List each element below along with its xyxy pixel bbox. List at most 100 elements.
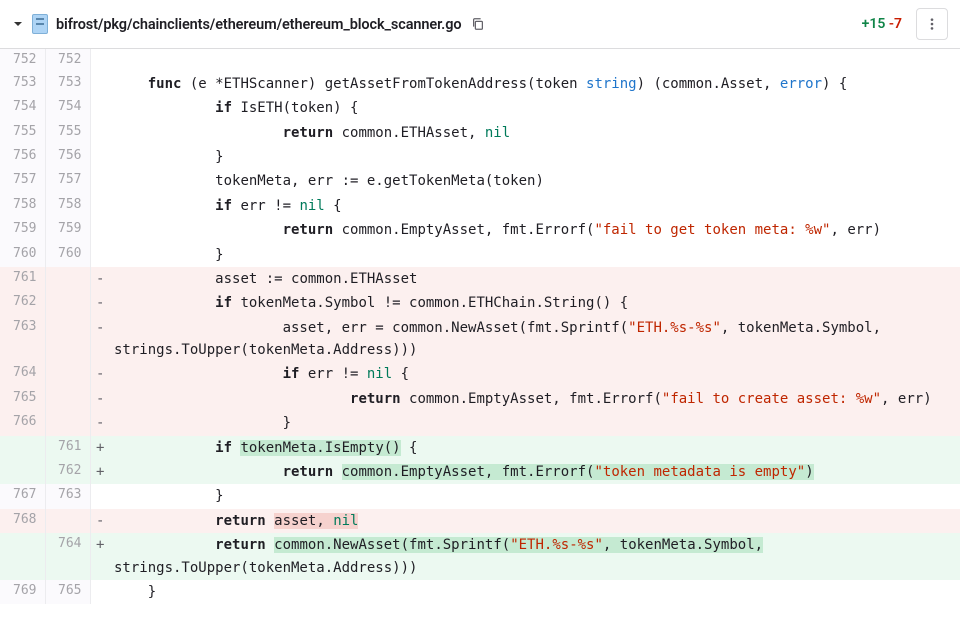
new-line-number[interactable] (45, 509, 90, 533)
old-line-number[interactable]: 763 (0, 316, 45, 363)
code-content: } (110, 243, 960, 267)
code-content: if tokenMeta.Symbol != common.ETHChain.S… (110, 291, 960, 315)
diff-sign: - (90, 316, 110, 363)
code-content: tokenMeta, err := e.getTokenMeta(token) (110, 169, 960, 193)
file-path[interactable]: bifrost/pkg/chainclients/ethereum/ethere… (56, 16, 461, 33)
diff-line[interactable]: 753753 func (e *ETHScanner) getAssetFrom… (0, 72, 960, 96)
new-line-number[interactable]: 758 (45, 194, 90, 218)
diff-line[interactable]: 763- asset, err = common.NewAsset(fmt.Sp… (0, 316, 960, 363)
diff-sign: + (90, 436, 110, 460)
old-line-number[interactable]: 761 (0, 267, 45, 291)
code-content: return common.EmptyAsset, fmt.Errorf("to… (110, 460, 960, 484)
diff-line[interactable]: 762 - if tokenMeta.Symbol != common.ETHCh… (0, 291, 960, 315)
diff-line[interactable]: 752752 (0, 49, 960, 72)
diff-line[interactable]: 755755 return common.ETHAsset, nil (0, 121, 960, 145)
diff-line[interactable]: 764 - if err != nil { (0, 362, 960, 386)
diff-line[interactable]: 761- asset := common.ETHAsset (0, 267, 960, 291)
new-line-number[interactable]: 759 (45, 218, 90, 242)
old-line-number[interactable]: 753 (0, 72, 45, 96)
new-line-number[interactable]: 765 (45, 580, 90, 604)
code-content: return common.ETHAsset, nil (110, 121, 960, 145)
new-line-number[interactable]: 761 (45, 436, 90, 460)
new-line-number[interactable]: 764 (45, 533, 90, 580)
new-line-number[interactable]: 760 (45, 243, 90, 267)
diff-sign (90, 121, 110, 145)
new-line-number[interactable]: 752 (45, 49, 90, 72)
old-line-number[interactable]: 769 (0, 580, 45, 604)
code-content: } (110, 145, 960, 169)
old-line-number[interactable]: 757 (0, 169, 45, 193)
new-line-number[interactable]: 762 (45, 460, 90, 484)
file-header: bifrost/pkg/chainclients/ethereum/ethere… (0, 0, 960, 49)
file-actions-button[interactable] (916, 8, 948, 40)
new-line-number[interactable] (45, 362, 90, 386)
diff-line[interactable]: 768- return asset, nil (0, 509, 960, 533)
old-line-number[interactable]: 754 (0, 96, 45, 120)
code-content: return common.NewAsset(fmt.Sprintf("ETH.… (110, 533, 960, 580)
lines-removed: -7 (889, 16, 902, 32)
diff-sign (90, 218, 110, 242)
code-content: asset := common.ETHAsset (110, 267, 960, 291)
new-line-number[interactable]: 756 (45, 145, 90, 169)
old-line-number[interactable]: 768 (0, 509, 45, 533)
diff-line[interactable]: 760760 } (0, 243, 960, 267)
diff-sign (90, 96, 110, 120)
diff-line[interactable]: 761+ if tokenMeta.IsEmpty() { (0, 436, 960, 460)
old-line-number[interactable]: 759 (0, 218, 45, 242)
code-content: if err != nil { (110, 194, 960, 218)
collapse-chevron-icon[interactable] (12, 18, 24, 30)
file-icon (32, 14, 48, 34)
old-line-number[interactable]: 765 (0, 387, 45, 411)
diff-line[interactable]: 759759 return common.EmptyAsset, fmt.Err… (0, 218, 960, 242)
diff-sign: - (90, 362, 110, 386)
old-line-number[interactable]: 752 (0, 49, 45, 72)
new-line-number[interactable]: 754 (45, 96, 90, 120)
new-line-number[interactable]: 763 (45, 484, 90, 508)
diff-line[interactable]: 756756 } (0, 145, 960, 169)
new-line-number[interactable]: 753 (45, 72, 90, 96)
code-content: if tokenMeta.IsEmpty() { (110, 436, 960, 460)
diff-line[interactable]: 764+ return common.NewAsset(fmt.Sprintf(… (0, 533, 960, 580)
diff-line[interactable]: 767763 } (0, 484, 960, 508)
new-line-number[interactable] (45, 316, 90, 363)
diff-line[interactable]: 766- } (0, 411, 960, 435)
diff-line[interactable]: 762+ return common.EmptyAsset, fmt.Error… (0, 460, 960, 484)
old-line-number[interactable]: 758 (0, 194, 45, 218)
new-line-number[interactable] (45, 387, 90, 411)
diff-sign: - (90, 291, 110, 315)
diff-sign (90, 49, 110, 72)
old-line-number[interactable]: 755 (0, 121, 45, 145)
diff-line[interactable]: 758758 if err != nil { (0, 194, 960, 218)
diff-sign (90, 194, 110, 218)
code-content: if IsETH(token) { (110, 96, 960, 120)
diff-sign: - (90, 387, 110, 411)
new-line-number[interactable]: 757 (45, 169, 90, 193)
new-line-number[interactable] (45, 291, 90, 315)
new-line-number[interactable] (45, 411, 90, 435)
copy-path-icon[interactable] (469, 15, 487, 33)
diff-line[interactable]: 769765 } (0, 580, 960, 604)
diff-sign (90, 484, 110, 508)
old-line-number[interactable] (0, 460, 45, 484)
new-line-number[interactable]: 755 (45, 121, 90, 145)
code-content: return common.EmptyAsset, fmt.Errorf("fa… (110, 387, 960, 411)
diff-sign (90, 169, 110, 193)
old-line-number[interactable]: 756 (0, 145, 45, 169)
new-line-number[interactable] (45, 267, 90, 291)
old-line-number[interactable]: 762 (0, 291, 45, 315)
diff-sign (90, 145, 110, 169)
old-line-number[interactable]: 760 (0, 243, 45, 267)
code-content: if err != nil { (110, 362, 960, 386)
old-line-number[interactable] (0, 533, 45, 580)
diff-line[interactable]: 765 - return common.EmptyAsset, fmt.Error… (0, 387, 960, 411)
diff-line[interactable]: 754754 if IsETH(token) { (0, 96, 960, 120)
code-content: } (110, 484, 960, 508)
old-line-number[interactable] (0, 436, 45, 460)
code-content: asset, err = common.NewAsset(fmt.Sprintf… (110, 316, 960, 363)
old-line-number[interactable]: 767 (0, 484, 45, 508)
old-line-number[interactable]: 766 (0, 411, 45, 435)
old-line-number[interactable]: 764 (0, 362, 45, 386)
code-content: } (110, 411, 960, 435)
diff-sign (90, 243, 110, 267)
diff-line[interactable]: 757757 tokenMeta, err := e.getTokenMeta(… (0, 169, 960, 193)
